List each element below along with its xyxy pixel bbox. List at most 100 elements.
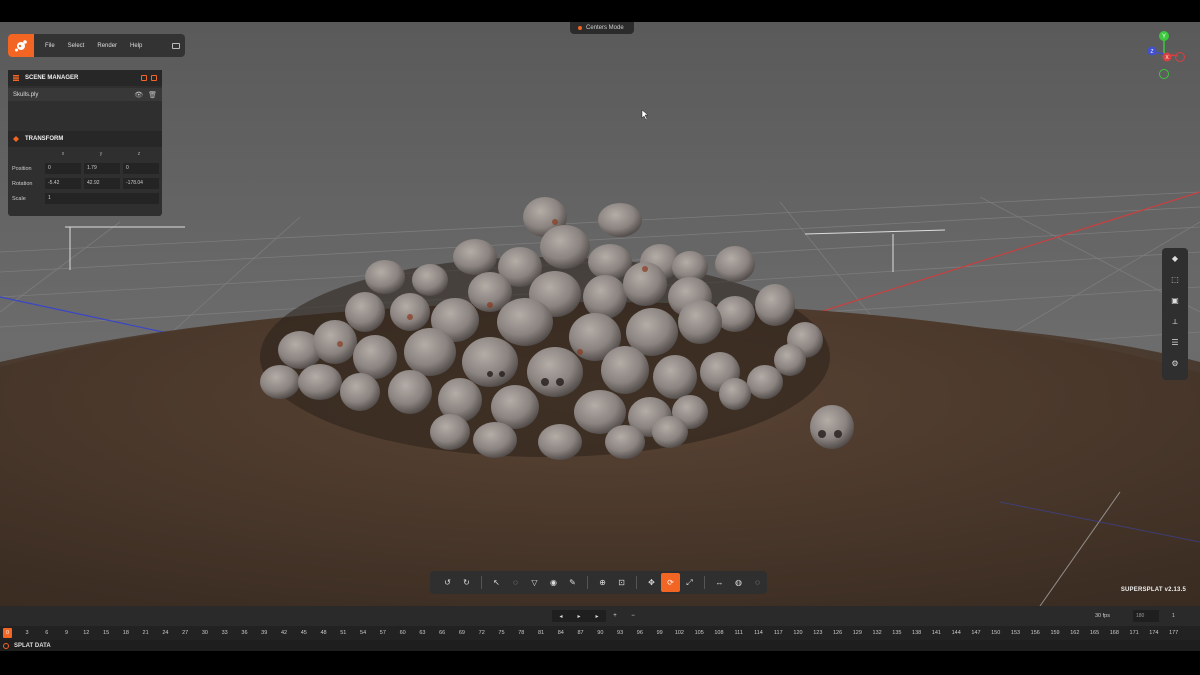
frame-tick-label: 144 <box>951 630 961 636</box>
scene-item[interactable]: Skulls.ply 👁 🗑 <box>8 88 162 101</box>
lasso-select-icon[interactable]: ◌ <box>506 573 525 592</box>
frame-tick-label: 123 <box>813 630 823 636</box>
frame-tick-label: 156 <box>1030 630 1040 636</box>
position-z-field[interactable]: 0 <box>123 163 159 174</box>
position-x-field[interactable]: 0 <box>45 163 81 174</box>
frame-tick-label: 9 <box>65 630 69 636</box>
rotation-y-field[interactable]: 42.92 <box>84 178 120 189</box>
splat-data-icon <box>3 642 9 649</box>
brush-select-icon[interactable]: ✎ <box>563 573 582 592</box>
supersplat-logo[interactable] <box>8 34 34 57</box>
axes-icon[interactable]: ⟂ <box>1162 311 1188 332</box>
splat-mode-icon[interactable]: ◆ <box>1162 248 1188 269</box>
menu-bar: File Select Render Help <box>8 34 185 57</box>
frame-ruler[interactable]: 0 3 6 9 12 15 18 21 24 27 30 33 36 39 42 45 48 51 54 57 60 6… <box>0 626 1200 640</box>
3d-viewport[interactable] <box>0 22 1200 606</box>
sphere-tool-icon[interactable]: ⊕ <box>593 573 612 592</box>
menu-help[interactable]: Help <box>130 43 142 49</box>
picker-select-icon[interactable]: ↖ <box>487 573 506 592</box>
frame-tick-label: 132 <box>872 630 882 636</box>
scale-icon[interactable]: ⤢ <box>680 573 699 592</box>
menu-file[interactable]: File <box>45 43 55 49</box>
next-frame-icon[interactable]: ▸ <box>588 610 606 622</box>
eye-icon[interactable]: 👁 <box>134 91 143 99</box>
axis-z-label: z <box>137 151 141 157</box>
frame-tick-label: 141 <box>931 630 941 636</box>
local-space-icon[interactable]: ↔ <box>710 573 729 592</box>
current-frame-marker[interactable]: 0 <box>3 628 12 638</box>
position-y-field[interactable]: 1.79 <box>84 163 120 174</box>
frame-tick-label: 78 <box>518 630 525 636</box>
transform-icon <box>13 136 19 142</box>
splat-data-title: SPLAT DATA <box>14 642 51 649</box>
frame-tick-label: 63 <box>419 630 426 636</box>
timeline-controls: ◂ ▸ ▸ + − 30 fps 180 1 <box>0 606 1200 626</box>
rotate-icon[interactable]: ⟳ <box>661 573 680 592</box>
frame-tick-label: 90 <box>597 630 604 636</box>
axis-x-label: x <box>61 151 65 157</box>
prev-frame-icon[interactable]: ◂ <box>552 610 570 622</box>
frame-tick-label: 54 <box>360 630 367 636</box>
box-tool-icon[interactable]: ⊡ <box>612 573 631 592</box>
frame-selection-icon[interactable]: ⬚ <box>1162 269 1188 290</box>
reset-view-icon[interactable]: ▣ <box>1162 290 1188 311</box>
mouse-cursor <box>641 109 649 121</box>
collapse-panels-icon[interactable] <box>172 42 180 49</box>
left-panel: SCENE MANAGER Skulls.ply 👁 🗑 TRANSFORM x… <box>8 70 162 216</box>
fps-select[interactable]: 30 fps <box>1095 610 1110 622</box>
frame-tick-label: 135 <box>892 630 902 636</box>
frame-tick-label: 168 <box>1109 630 1119 636</box>
rotation-x-field[interactable]: -5.42 <box>45 178 81 189</box>
frame-tick-label: 69 <box>458 630 465 636</box>
view-cube-gizmo[interactable]: Y Z X <box>1140 30 1200 86</box>
scale-row: Scale 1 <box>8 191 162 206</box>
frame-tick-label: 93 <box>617 630 624 636</box>
menu-render[interactable]: Render <box>97 43 117 49</box>
bottom-toolbar: ↺ ↻ ↖ ◌ ▽ ◉ ✎ ⊕ ⊡ ✥ ⟳ ⤢ ↔ ◍ ◌ <box>430 571 767 594</box>
trash-icon[interactable]: 🗑 <box>148 91 157 99</box>
frame-tick-label: 81 <box>537 630 545 636</box>
sphere-select-icon[interactable]: ◉ <box>544 573 563 592</box>
translate-icon[interactable]: ✥ <box>642 573 661 592</box>
frame-tick-label: 129 <box>852 630 862 636</box>
frame-tick-label: 27 <box>182 630 189 636</box>
frame-tick-label: 159 <box>1050 630 1060 636</box>
scene-manager-icon <box>13 75 19 81</box>
polygon-select-icon[interactable]: ▽ <box>525 573 544 592</box>
right-toolbar: ◆ ⬚ ▣ ⟂ ☰ ⚙ <box>1162 248 1188 380</box>
frame-tick-label: 96 <box>636 630 643 636</box>
play-icon[interactable]: ▸ <box>570 610 588 622</box>
rotation-row: Rotation -5.42 42.92 -178.04 <box>8 176 162 191</box>
frame-tick-label: 72 <box>478 630 485 636</box>
frame-tick-label: 3 <box>25 630 29 636</box>
scale-field[interactable]: 1 <box>45 193 159 204</box>
redo-icon[interactable]: ↻ <box>457 573 476 592</box>
pivot-icon[interactable]: ◌ <box>748 573 767 592</box>
frame-tick-label: 21 <box>142 630 149 636</box>
frame-tick-label: 36 <box>241 630 248 636</box>
splat-data-panel[interactable]: SPLAT DATA <box>0 640 1200 651</box>
frame-tick-label: 108 <box>714 630 724 636</box>
frame-tick-label: 162 <box>1070 630 1080 636</box>
centers-mode-pill[interactable]: Centers Mode <box>570 22 634 34</box>
frame-tick-label: 147 <box>971 630 981 636</box>
undo-icon[interactable]: ↺ <box>438 573 457 592</box>
rotation-z-field[interactable]: -178.04 <box>123 178 159 189</box>
version-label: SUPERSPLAT v2.13.5 <box>1120 587 1186 593</box>
add-key-icon[interactable]: + <box>606 610 624 622</box>
settings-icon[interactable]: ⚙ <box>1162 353 1188 374</box>
world-space-icon[interactable]: ◍ <box>729 573 748 592</box>
menu-select[interactable]: Select <box>68 43 85 49</box>
total-frames-field[interactable]: 180 <box>1133 610 1159 622</box>
frame-tick-label: 105 <box>694 630 704 636</box>
frame-tick-label: 39 <box>261 630 268 636</box>
import-icon[interactable] <box>141 75 147 81</box>
frame-tick-label: 111 <box>734 630 743 636</box>
mode-label: Centers Mode <box>586 25 624 31</box>
sliders-icon[interactable]: ☰ <box>1162 332 1188 353</box>
remove-key-icon[interactable]: − <box>624 610 642 622</box>
new-scene-icon[interactable] <box>151 75 157 81</box>
frame-tick-label: 30 <box>201 630 208 636</box>
frame-tick-label: 24 <box>162 630 169 636</box>
frame-tick-label: 6 <box>45 630 49 636</box>
